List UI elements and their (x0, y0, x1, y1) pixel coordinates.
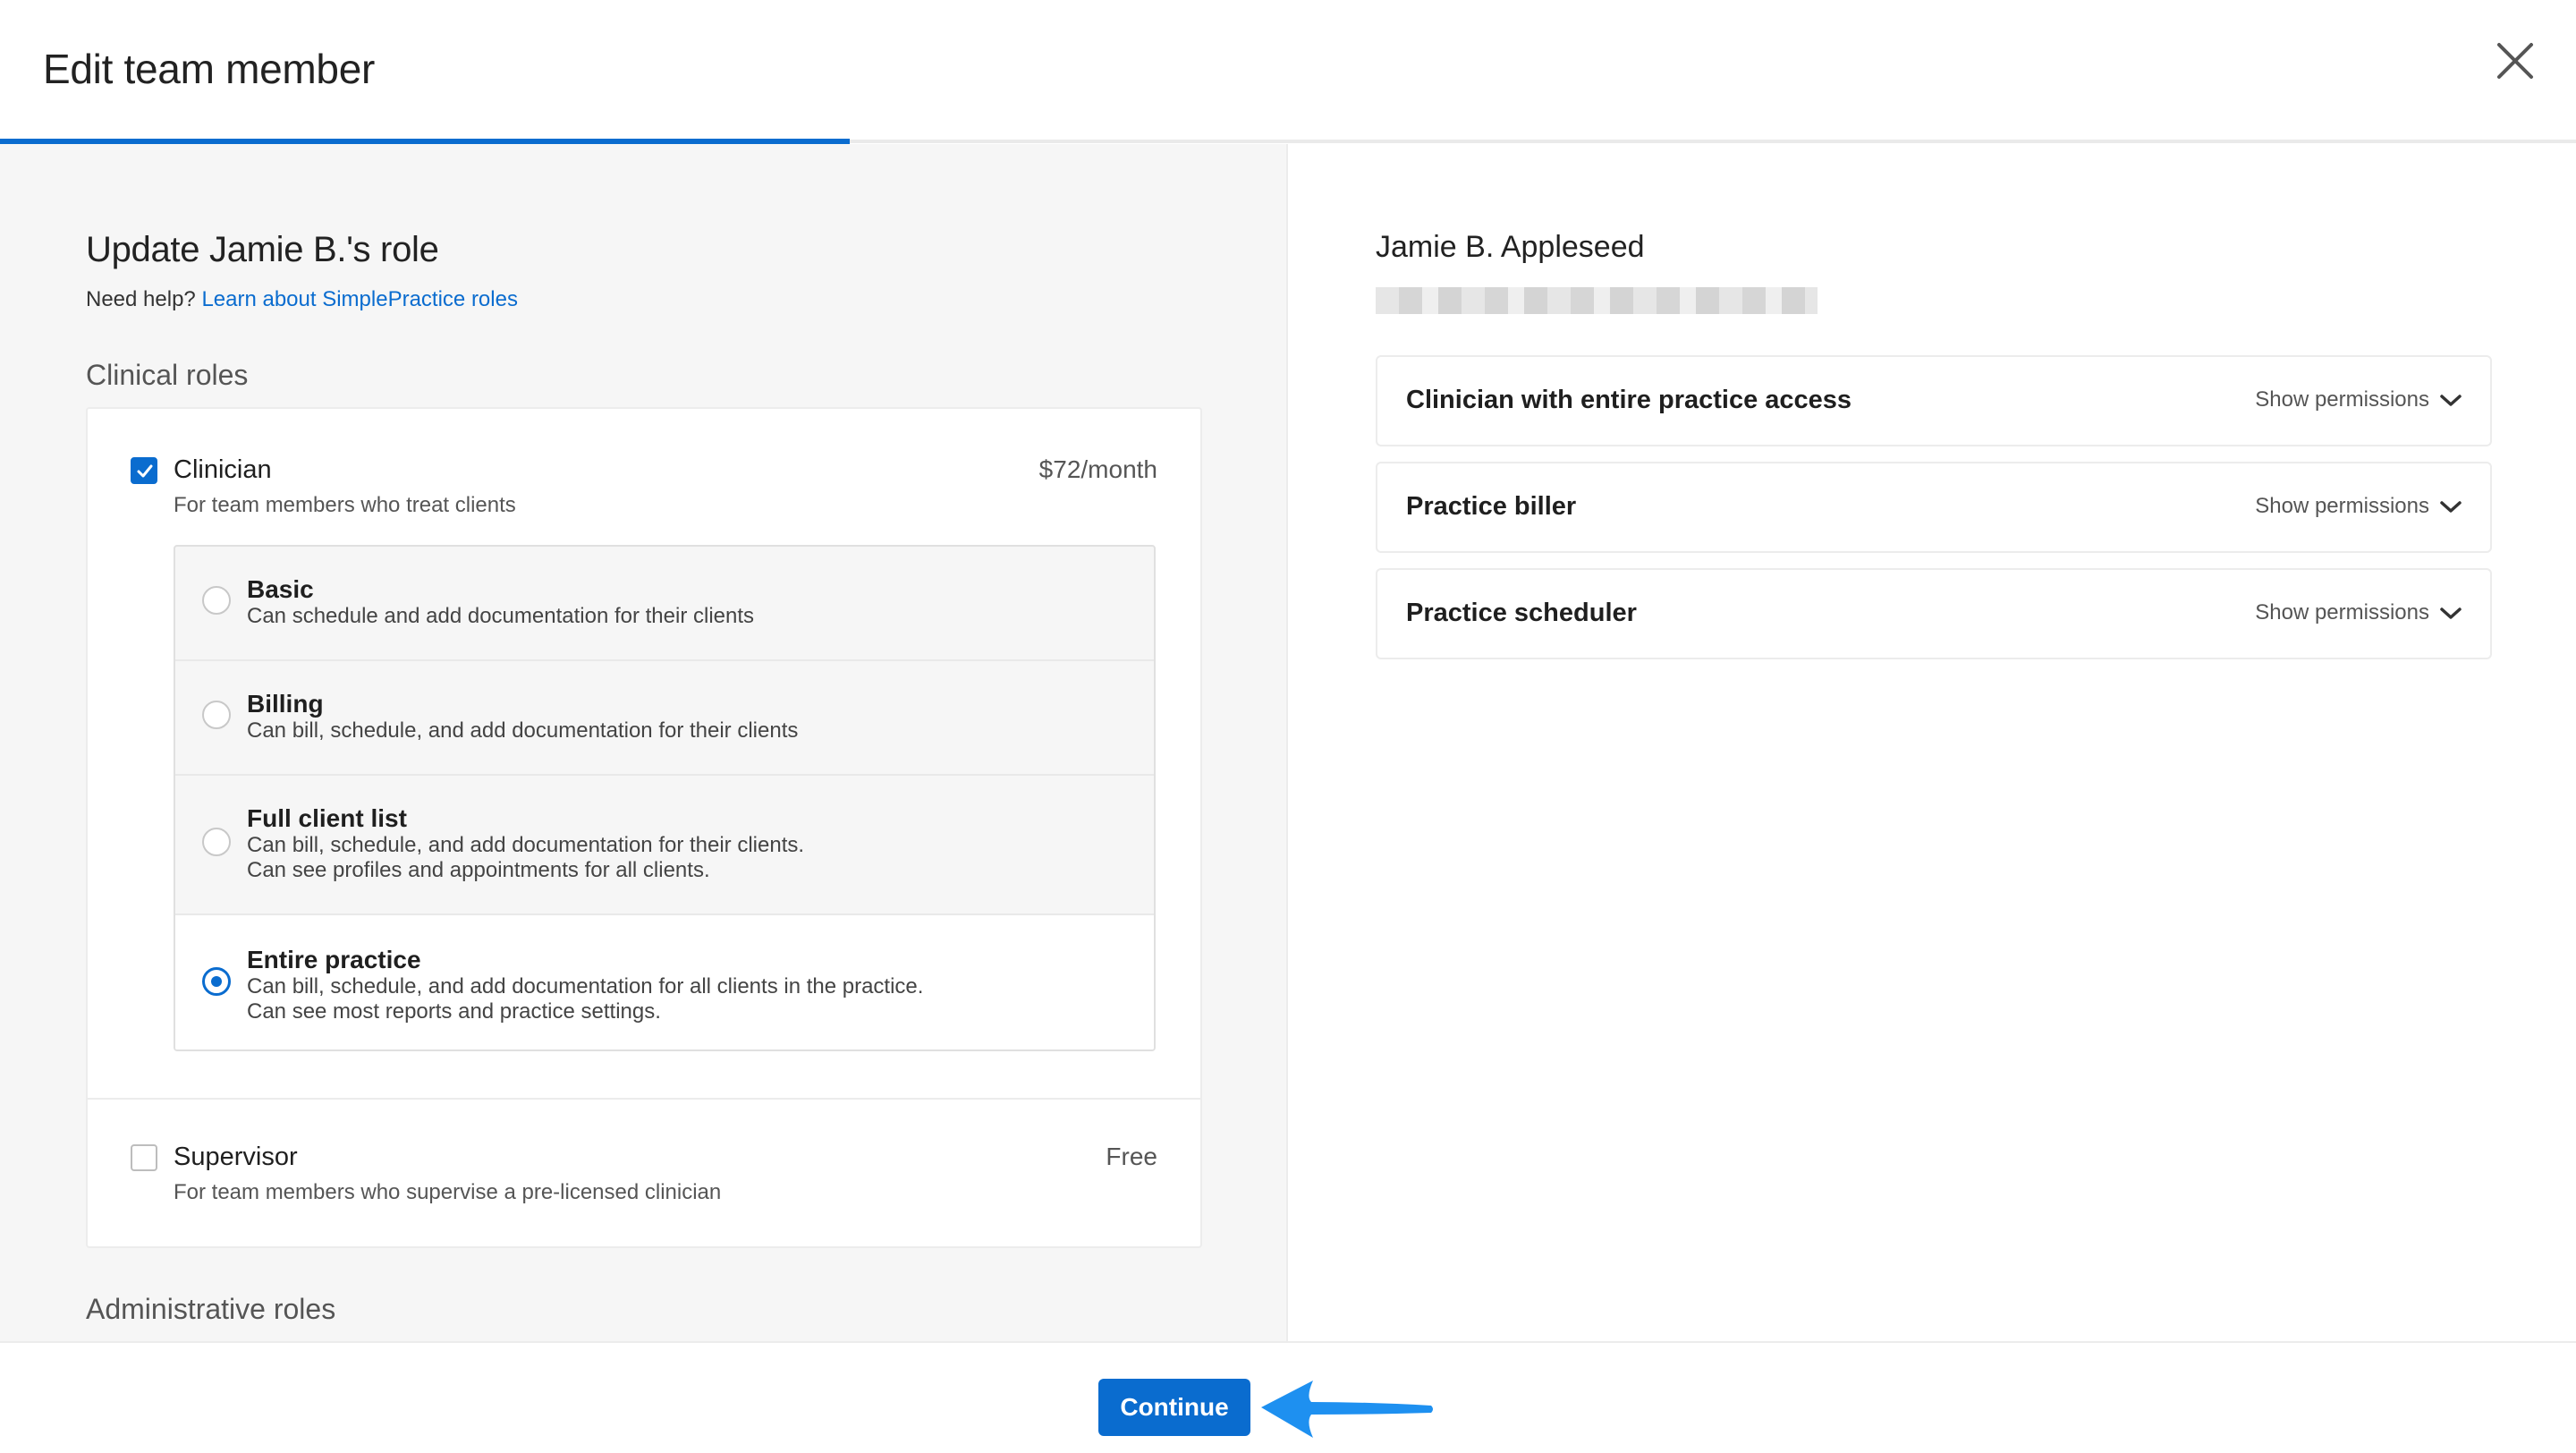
permission-title: Clinician with entire practice access (1406, 386, 1852, 414)
clinician-checkbox[interactable] (131, 457, 157, 484)
option-title: Entire practice (247, 946, 421, 973)
help-text: Need help? Learn about SimplePractice ro… (86, 287, 518, 312)
supervisor-role-name: Supervisor (174, 1143, 298, 1171)
chevron-down-icon (2440, 501, 2462, 513)
page-title: Update Jamie B.'s role (86, 230, 439, 269)
permission-title: Practice biller (1406, 492, 1577, 521)
option-basic[interactable]: Basic Can schedule and add documentation… (175, 547, 1154, 661)
option-title: Basic (247, 575, 314, 603)
learn-roles-link[interactable]: Learn about SimplePractice roles (201, 287, 518, 311)
pointer-arrow-icon (1261, 1381, 1433, 1438)
clinical-roles-heading: Clinical roles (86, 359, 249, 391)
help-prefix: Need help? (86, 287, 196, 311)
clinician-role-name: Clinician (174, 455, 272, 484)
supervisor-role-desc: For team members who supervise a pre-lic… (174, 1180, 722, 1204)
show-permissions-toggle[interactable]: Show permissions (2255, 600, 2463, 625)
billing-radio[interactable] (202, 701, 231, 729)
supervisor-checkbox[interactable] (131, 1144, 157, 1171)
permission-row-biller: Practice biller Show permissions (1376, 462, 2492, 553)
option-full-client-list[interactable]: Full client list Can bill, schedule, and… (175, 776, 1154, 915)
chevron-down-icon (2440, 608, 2462, 619)
modal-footer: Continue (0, 1341, 2576, 1453)
permission-row-scheduler: Practice scheduler Show permissions (1376, 568, 2492, 659)
continue-button[interactable]: Continue (1098, 1379, 1250, 1436)
option-desc: Can schedule and add documentation for t… (247, 604, 755, 628)
basic-radio[interactable] (202, 586, 231, 615)
supervisor-price: Free (1106, 1143, 1157, 1170)
modal-title: Edit team member (43, 46, 375, 92)
divider (88, 1098, 1200, 1100)
show-permissions-label: Show permissions (2255, 387, 2429, 412)
redacted-email (1376, 287, 1818, 314)
member-name: Jamie B. Appleseed (1376, 230, 1645, 264)
entire-practice-radio[interactable] (202, 967, 231, 996)
full-client-list-radio[interactable] (202, 828, 231, 856)
role-selection-panel: Update Jamie B.'s role Need help? Learn … (0, 144, 1288, 1341)
option-desc-line2: Can see most reports and practice settin… (247, 999, 661, 1024)
clinical-roles-card: Clinician For team members who treat cli… (86, 407, 1202, 1248)
option-desc-line2: Can see profiles and appointments for al… (247, 858, 710, 882)
close-button[interactable] (2492, 38, 2538, 84)
show-permissions-toggle[interactable]: Show permissions (2255, 494, 2463, 519)
administrative-roles-heading: Administrative roles (86, 1293, 336, 1325)
checkmark-icon (137, 464, 153, 478)
option-desc: Can bill, schedule, and add documentatio… (247, 718, 799, 743)
option-desc-line1: Can bill, schedule, and add documentatio… (247, 833, 805, 857)
option-desc-line1: Can bill, schedule, and add documentatio… (247, 974, 924, 998)
option-entire-practice[interactable]: Entire practice Can bill, schedule, and … (175, 915, 1154, 1049)
modal-header: Edit team member (0, 0, 2576, 144)
clinician-access-options: Basic Can schedule and add documentation… (174, 545, 1156, 1051)
option-title: Billing (247, 690, 324, 718)
option-title: Full client list (247, 804, 407, 832)
show-permissions-toggle[interactable]: Show permissions (2255, 387, 2463, 412)
clinician-price: $72/month (1038, 455, 1157, 483)
show-permissions-label: Show permissions (2255, 494, 2429, 518)
clinician-role-desc: For team members who treat clients (174, 493, 516, 517)
close-icon (2497, 43, 2533, 79)
chevron-down-icon (2440, 395, 2462, 406)
permission-row-clinician: Clinician with entire practice access Sh… (1376, 355, 2492, 446)
option-billing[interactable]: Billing Can bill, schedule, and add docu… (175, 661, 1154, 776)
show-permissions-label: Show permissions (2255, 600, 2429, 625)
permissions-summary-panel: Jamie B. Appleseed Clinician with entire… (1290, 144, 2576, 1341)
permission-title: Practice scheduler (1406, 599, 1637, 627)
